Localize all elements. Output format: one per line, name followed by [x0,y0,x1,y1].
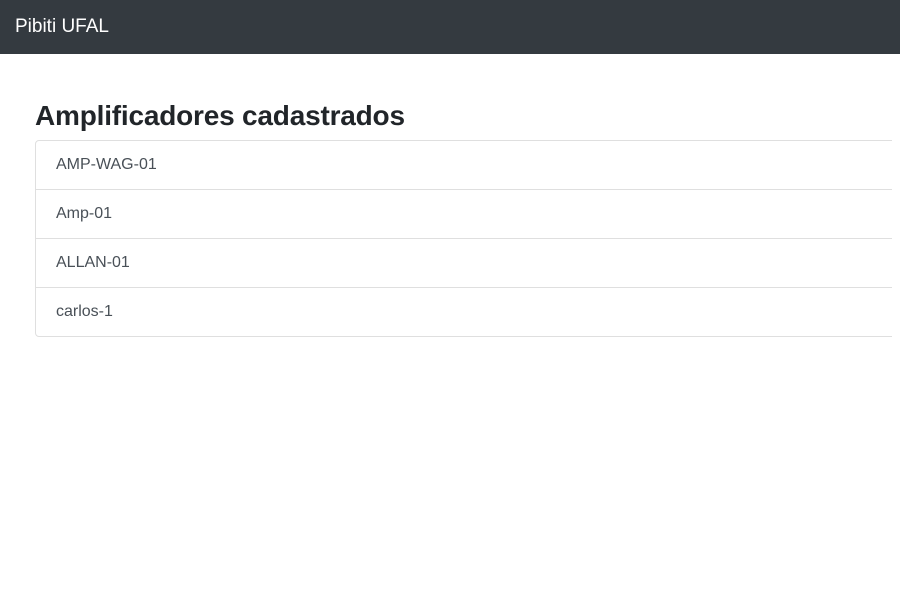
content-viewport: Amplificadores cadastrados AMP-WAG-01 Am… [0,54,892,601]
amplifier-list-item[interactable]: AMP-WAG-01 [36,141,892,190]
amplifier-list-item[interactable]: carlos-1 [36,288,892,336]
navbar-brand-link[interactable]: Pibiti UFAL [15,0,109,54]
top-navbar: Pibiti UFAL [0,0,900,54]
page-title: Amplificadores cadastrados [35,100,405,131]
amplifier-list-item[interactable]: ALLAN-01 [36,239,892,288]
amplifier-list-item[interactable]: Amp-01 [36,190,892,239]
main-content: Amplificadores cadastrados AMP-WAG-01 Am… [0,54,900,601]
amplifier-list: AMP-WAG-01 Amp-01 ALLAN-01 carlos-1 [35,140,892,337]
